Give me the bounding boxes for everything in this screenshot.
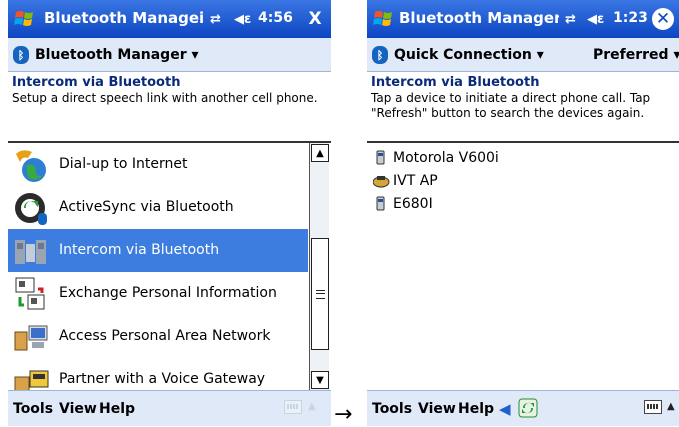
windows-flag-icon[interactable] (372, 8, 396, 30)
nav-dropdown[interactable]: Quick Connection ▾ (394, 47, 544, 63)
grip-icon (316, 290, 325, 299)
keyboard-icon[interactable] (644, 400, 662, 414)
list-item[interactable]: Access Personal Area Network (8, 315, 308, 358)
nav-dropdown-label: Bluetooth Manager (35, 47, 187, 63)
window-title: Bluetooth Manager (399, 9, 559, 27)
divider (367, 141, 679, 143)
device-label: Motorola V600i (393, 150, 499, 166)
exchange-icon (15, 277, 45, 310)
transition-arrow: → (334, 402, 353, 427)
intercom-icon (15, 240, 46, 264)
preferred-label: Preferred (593, 47, 669, 63)
menu-tools[interactable]: Tools (372, 401, 412, 417)
info-text: Setup a direct speech link with another … (12, 91, 318, 105)
menu-help[interactable]: Help (99, 401, 135, 417)
phone-icon (376, 150, 385, 165)
clock[interactable]: 4:56 (258, 10, 293, 26)
service-label: Intercom via Bluetooth (59, 242, 220, 258)
refresh-icon[interactable] (518, 398, 538, 418)
left-screen: Bluetooth Managei ⇄ ◀ε 4:56 X ᛒ Bluetoot… (8, 0, 331, 426)
list-item[interactable]: Dial-up to Internet (8, 143, 308, 186)
title-bar: Bluetooth Managei ⇄ ◀ε 4:56 X (8, 0, 331, 39)
preferred-menu[interactable]: Preferred ▾ (593, 47, 679, 63)
phone-icon (376, 196, 385, 211)
keyboard-toggle-icon[interactable]: ▲ (308, 401, 316, 412)
scroll-thumb[interactable] (311, 238, 329, 350)
menu-view[interactable]: View (59, 401, 97, 417)
clock[interactable]: 1:23 (613, 10, 648, 26)
menu-view[interactable]: View (418, 401, 456, 417)
list-item[interactable]: Partner with a Voice Gateway (8, 358, 308, 390)
windows-flag-icon[interactable] (13, 8, 37, 30)
scroll-up-button[interactable]: ▲ (311, 144, 329, 162)
menu-bar: Tools View Help ▲ (8, 390, 331, 426)
chevron-down-icon: ▾ (536, 47, 544, 63)
connectivity-icon[interactable]: ⇄ (565, 12, 576, 27)
service-label: Dial-up to Internet (59, 156, 188, 172)
nav-bar: ᛒ Bluetooth Manager ▾ (8, 38, 331, 72)
info-title: Intercom via Bluetooth (371, 75, 540, 90)
bluetooth-icon: ᛒ (372, 46, 388, 64)
bluetooth-icon: ᛒ (13, 46, 29, 64)
dialup-icon (16, 150, 46, 182)
access-point-icon (373, 176, 390, 188)
list-item[interactable]: ActiveSync via Bluetooth (8, 186, 308, 229)
device-label: IVT AP (393, 173, 438, 189)
chevron-down-icon: ▾ (191, 47, 199, 63)
info-text: Tap a device to initiate a direct phone … (371, 91, 651, 120)
keyboard-icon[interactable] (284, 400, 302, 414)
service-label: Exchange Personal Information (59, 285, 277, 301)
voice-gateway-icon (14, 370, 49, 390)
title-bar: Bluetooth Manager ⇄ ◀ε 1:23 ✕ (367, 0, 679, 39)
menu-help[interactable]: Help (458, 401, 494, 417)
list-item-selected[interactable]: Intercom via Bluetooth (8, 229, 308, 272)
close-button[interactable]: X (304, 8, 326, 30)
device-label: E680I (393, 196, 433, 212)
info-title: Intercom via Bluetooth (12, 75, 181, 90)
menu-tools[interactable]: Tools (13, 401, 53, 417)
info-panel: Intercom via Bluetooth Tap a device to i… (367, 72, 679, 140)
service-label: Access Personal Area Network (59, 328, 271, 344)
volume-icon[interactable]: ◀ε (234, 12, 251, 27)
back-arrow-icon[interactable]: ◀ (499, 400, 511, 418)
scroll-down-button[interactable]: ▼ (311, 371, 329, 389)
list-item[interactable]: Exchange Personal Information (8, 272, 308, 315)
ok-button[interactable]: ✕ (652, 8, 674, 30)
menu-bar: Tools View Help ◀ ▲ (367, 390, 679, 426)
keyboard-toggle-icon[interactable]: ▲ (667, 401, 675, 412)
nav-bar: ᛒ Quick Connection ▾ Preferred ▾ (367, 38, 679, 72)
info-panel: Intercom via Bluetooth Setup a direct sp… (8, 72, 331, 140)
nav-dropdown[interactable]: Bluetooth Manager ▾ (35, 47, 199, 63)
network-icon (14, 325, 48, 351)
service-label: Partner with a Voice Gateway (59, 371, 266, 387)
volume-icon[interactable]: ◀ε (587, 12, 604, 27)
scrollbar[interactable]: ▲ ▼ (309, 143, 329, 390)
service-list[interactable]: Dial-up to Internet ActiveSync via Bluet… (8, 143, 308, 390)
nav-dropdown-label: Quick Connection (394, 47, 532, 63)
activesync-icon (15, 193, 47, 225)
right-screen: Bluetooth Manager ⇄ ◀ε 1:23 ✕ ᛒ Quick Co… (367, 0, 679, 426)
window-title: Bluetooth Managei (44, 9, 204, 27)
connectivity-icon[interactable]: ⇄ (210, 12, 221, 27)
chevron-down-icon: ▾ (673, 47, 679, 63)
service-label: ActiveSync via Bluetooth (59, 199, 234, 215)
